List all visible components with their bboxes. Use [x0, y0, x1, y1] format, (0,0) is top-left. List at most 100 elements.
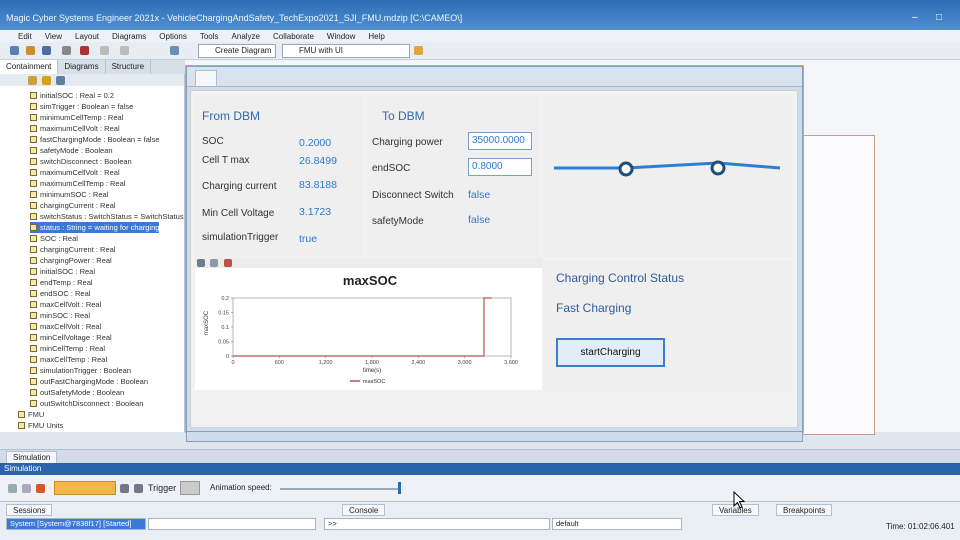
- menu-diagrams[interactable]: Diagrams: [112, 32, 146, 41]
- animation-speed-track[interactable]: [280, 488, 400, 490]
- menu-help[interactable]: Help: [368, 32, 384, 41]
- run-icon[interactable]: [8, 484, 17, 493]
- diagram-type-icon[interactable]: [170, 46, 179, 55]
- tree-item[interactable]: maximumCellTemp : Real: [30, 178, 125, 189]
- tree-item[interactable]: minSOC : Real: [30, 310, 90, 321]
- end-soc-input[interactable]: 0.8000: [468, 158, 532, 176]
- menu-view[interactable]: View: [45, 32, 62, 41]
- tree-item[interactable]: maxCellVolt : Real: [30, 299, 101, 310]
- chart-export-icon[interactable]: [210, 259, 218, 267]
- tree-item[interactable]: status : String = waiting for charging: [30, 222, 160, 233]
- tree-item[interactable]: outFastChargingMode : Boolean: [30, 376, 148, 387]
- tree-item[interactable]: minCellTemp : Real: [30, 343, 105, 354]
- soc-value: 0.2000: [299, 137, 332, 149]
- tree-item[interactable]: outSwitchDisconnect : Boolean: [30, 398, 143, 409]
- chart-x-axis-label: time(s): [363, 368, 381, 374]
- tree-item[interactable]: minimumCellTemp : Real: [30, 112, 123, 123]
- start-charging-button[interactable]: startCharging: [556, 338, 665, 367]
- chart-line-icon[interactable]: [224, 259, 232, 267]
- print-icon[interactable]: [62, 46, 71, 55]
- tree-item[interactable]: minCellVoltage : Real: [30, 332, 112, 343]
- tree-item[interactable]: initialSOC : Real: [30, 266, 95, 277]
- session-row[interactable]: System [System@7838f17] [Started]: [6, 518, 146, 530]
- trigger-toggle[interactable]: [180, 481, 200, 495]
- search-icon[interactable]: [56, 76, 65, 85]
- tree-item[interactable]: maximumCellVolt : Real: [30, 123, 120, 134]
- cut-icon[interactable]: [80, 46, 89, 55]
- chart-grid-icon[interactable]: [197, 259, 205, 267]
- tab-console[interactable]: Console: [342, 504, 386, 516]
- menu-options[interactable]: Options: [159, 32, 187, 41]
- menu-layout[interactable]: Layout: [75, 32, 99, 41]
- tree-item-label: outFastChargingMode : Boolean: [40, 377, 148, 386]
- menu-window[interactable]: Window: [327, 32, 355, 41]
- tree-item[interactable]: maximumCellVolt : Real: [30, 167, 120, 178]
- tree-item[interactable]: endTemp : Real: [30, 277, 93, 288]
- save-icon[interactable]: [42, 46, 51, 55]
- diagram-block[interactable]: [800, 135, 875, 435]
- create-diagram-button[interactable]: Create Diagram: [198, 44, 276, 58]
- tree-item[interactable]: chargingPower : Real: [30, 255, 112, 266]
- containment-tree: initialSOC : Real = 0.2 simTrigger : Bool…: [0, 74, 185, 432]
- open-project-icon[interactable]: [26, 46, 35, 55]
- tree-item-label: endTemp : Real: [40, 278, 93, 287]
- console-context-select[interactable]: default: [552, 518, 682, 530]
- tree-item[interactable]: minimumSOC : Real: [30, 189, 108, 200]
- tree-item[interactable]: switchStatus : SwitchStatus = SwitchStat…: [30, 211, 184, 222]
- undo-icon[interactable]: [100, 46, 109, 55]
- tree-item[interactable]: simulationTrigger : Boolean: [30, 365, 131, 376]
- charging-power-input[interactable]: 35000.0000: [468, 132, 532, 150]
- menu-collaborate[interactable]: Collaborate: [273, 32, 314, 41]
- tree-item[interactable]: endSOC : Real: [30, 288, 90, 299]
- tree-item[interactable]: switchDisconnect : Boolean: [30, 156, 132, 167]
- tree-item[interactable]: maxCellTemp : Real: [30, 354, 107, 365]
- disconnect-switch-value[interactable]: false: [468, 189, 490, 201]
- menu-tools[interactable]: Tools: [200, 32, 219, 41]
- terminate-icon[interactable]: [134, 484, 143, 493]
- tree-item[interactable]: fastChargingMode : Boolean = false: [30, 134, 159, 145]
- tree-item[interactable]: simTrigger : Boolean = false: [30, 101, 133, 112]
- tab-breakpoints[interactable]: Breakpoints: [776, 504, 833, 516]
- animation-speed-thumb[interactable]: [398, 482, 401, 494]
- property-icon: [18, 422, 25, 429]
- star-icon[interactable]: [42, 76, 51, 85]
- tree-item[interactable]: chargingCurrent : Real: [30, 244, 115, 255]
- property-icon: [30, 345, 37, 352]
- tree-item[interactable]: safetyMode : Boolean: [30, 145, 113, 156]
- fmu-window-footer: [186, 432, 803, 442]
- tree-item[interactable]: initialSOC : Real = 0.2: [30, 90, 114, 101]
- maximize-icon[interactable]: □: [936, 12, 942, 23]
- perspective-select[interactable]: FMU with UI: [282, 44, 410, 58]
- new-project-icon[interactable]: [10, 46, 19, 55]
- tab-diagrams[interactable]: Diagrams: [58, 60, 106, 74]
- tree-item[interactable]: FMU: [18, 409, 44, 420]
- tree-item[interactable]: maxCellVolt : Real: [30, 321, 101, 332]
- step-icon[interactable]: [22, 484, 31, 493]
- tree-item[interactable]: SOC : Real: [30, 233, 78, 244]
- tree-item[interactable]: outSafetyMode : Boolean: [30, 387, 124, 398]
- from-dbm-heading: From DBM: [202, 109, 260, 123]
- tab-structure[interactable]: Structure: [106, 60, 152, 74]
- console-input[interactable]: >>: [324, 518, 550, 530]
- tree-item-label: chargingCurrent : Real: [40, 201, 116, 210]
- property-icon: [30, 103, 37, 110]
- pause-icon[interactable]: [120, 484, 129, 493]
- menu-analyze[interactable]: Analyze: [232, 32, 260, 41]
- menu-edit[interactable]: Edit: [18, 32, 32, 41]
- perspective-settings-icon[interactable]: [414, 46, 423, 55]
- disconnect-switch-diagram[interactable]: [552, 150, 784, 186]
- minimize-icon[interactable]: –: [912, 12, 918, 23]
- safety-mode-value[interactable]: false: [468, 214, 490, 226]
- tree-item[interactable]: chargingCurrent : Real: [30, 200, 115, 211]
- fmu-window-tab[interactable]: [195, 70, 217, 86]
- tree-item[interactable]: FMU Units: [18, 420, 63, 431]
- stop-icon[interactable]: [36, 484, 45, 493]
- tab-sessions[interactable]: Sessions: [6, 504, 53, 516]
- tab-containment[interactable]: Containment: [0, 60, 59, 74]
- property-icon: [30, 213, 37, 220]
- property-icon: [30, 246, 37, 253]
- step-controls[interactable]: [54, 481, 116, 495]
- folder-icon[interactable]: [28, 76, 37, 85]
- redo-icon[interactable]: [120, 46, 129, 55]
- tree-item-label: maximumCellVolt : Real: [40, 124, 120, 133]
